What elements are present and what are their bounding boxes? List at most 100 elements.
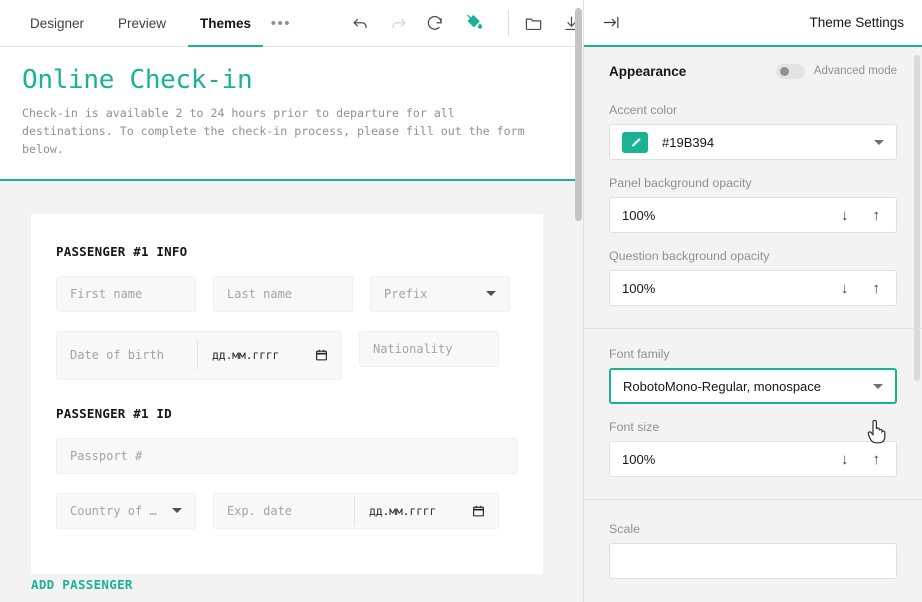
accent-color-control: Accent color #19B394 xyxy=(609,103,897,160)
theme-panel-scrollbar-thumb[interactable] xyxy=(914,55,920,381)
chevron-down-icon[interactable] xyxy=(873,383,883,389)
chevron-down-icon[interactable] xyxy=(486,291,496,297)
top-toolbar: Designer Preview Themes ••• xyxy=(0,0,583,47)
form-row: First name Last name Prefix xyxy=(56,275,518,312)
tab-preview[interactable]: Preview xyxy=(106,0,178,47)
panel-opacity-stepper: ↓ ↑ xyxy=(841,208,884,223)
scale-section: Scale xyxy=(584,500,922,601)
more-tabs-icon[interactable]: ••• xyxy=(269,8,293,38)
last-name-input[interactable]: Last name xyxy=(213,275,353,312)
accent-color-value: #19B394 xyxy=(662,134,715,150)
form-row: Country of … Exp. date дд.мм.гггг xyxy=(56,492,518,529)
first-name-input[interactable]: First name xyxy=(56,275,196,312)
creator-left-area: Designer Preview Themes ••• Online Check… xyxy=(0,0,583,602)
font-size-control: Font size 100% ↓ ↑ xyxy=(609,420,897,477)
theme-settings-panel: Theme Settings Appearance Advanced mode … xyxy=(583,0,922,602)
font-size-value: 100% xyxy=(622,451,656,467)
exp-date-label: Exp. date xyxy=(227,503,293,518)
calendar-icon[interactable] xyxy=(472,504,485,518)
font-family-value: RobotoMono-Regular, monospace xyxy=(623,378,822,394)
survey-header: Online Check-in Check-in is available 2 … xyxy=(0,47,575,181)
advanced-mode-switch[interactable] xyxy=(775,63,805,79)
appearance-heading: Appearance xyxy=(609,63,687,79)
form-canvas: Online Check-in Check-in is available 2 … xyxy=(0,47,583,602)
scale-control: Scale xyxy=(609,522,897,579)
increment-arrow-up-icon[interactable]: ↑ xyxy=(873,281,881,296)
form-row: Date of birth дд.мм.гггг Nationality xyxy=(56,330,518,380)
passport-number-input[interactable]: Passport # xyxy=(56,437,518,474)
font-family-dropdown[interactable]: RobotoMono-Regular, monospace xyxy=(609,368,897,404)
decrement-arrow-down-icon[interactable]: ↓ xyxy=(841,281,849,296)
tab-preview-label: Preview xyxy=(118,15,167,31)
color-swatch-pen-icon[interactable] xyxy=(622,131,648,153)
font-size-input[interactable]: 100% ↓ ↑ xyxy=(609,441,897,477)
panel-background-opacity-input[interactable]: 100% ↓ ↑ xyxy=(609,197,897,233)
increment-arrow-up-icon[interactable]: ↑ xyxy=(873,208,881,223)
tab-designer[interactable]: Designer xyxy=(18,0,96,47)
date-of-birth-value: дд.мм.гггг xyxy=(212,348,280,363)
scale-label: Scale xyxy=(609,522,640,536)
appearance-section-header: Appearance Advanced mode xyxy=(609,47,897,95)
collapse-right-icon[interactable] xyxy=(598,10,624,36)
scale-input[interactable] xyxy=(609,543,897,579)
exp-date-input[interactable]: дд.мм.гггг xyxy=(354,495,485,526)
date-of-birth-field[interactable]: Date of birth дд.мм.гггг xyxy=(56,330,342,380)
chevron-down-icon[interactable] xyxy=(874,139,884,145)
font-family-control: Font family RobotoMono-Regular, monospac… xyxy=(609,347,897,404)
toolbar-divider xyxy=(508,10,509,36)
undo-icon[interactable] xyxy=(349,8,373,38)
canvas-scrollbar-thumb[interactable] xyxy=(575,8,582,221)
tab-themes-label: Themes xyxy=(200,15,252,31)
survey-description: Check-in is available 2 to 24 hours prio… xyxy=(22,106,525,156)
passport-number-placeholder: Passport # xyxy=(70,448,143,463)
panel-background-opacity-label: Panel background opacity xyxy=(609,176,752,190)
exp-date-value: дд.мм.гггг xyxy=(369,503,437,518)
theme-settings-header: Theme Settings xyxy=(584,0,922,47)
advanced-mode-label: Advanced mode xyxy=(813,65,897,77)
question-background-opacity-value: 100% xyxy=(622,280,656,296)
decrement-arrow-down-icon[interactable]: ↓ xyxy=(841,452,849,467)
paint-bucket-icon[interactable] xyxy=(461,8,485,38)
app-root: Designer Preview Themes ••• Online Check… xyxy=(0,0,922,602)
nationality-placeholder: Nationality xyxy=(373,341,453,356)
tab-themes[interactable]: Themes xyxy=(188,0,264,47)
panel-title-passenger-id: PASSENGER #1 ID xyxy=(56,405,172,421)
advanced-mode-toggle[interactable]: Advanced mode xyxy=(775,63,897,79)
first-name-placeholder: First name xyxy=(70,286,143,301)
form-row: Passport # xyxy=(56,437,518,474)
date-of-birth-label: Date of birth xyxy=(70,348,164,363)
survey-title: Online Check-in xyxy=(22,65,253,95)
country-of-issue-dropdown[interactable]: Country of … xyxy=(56,492,196,529)
prefix-dropdown[interactable]: Prefix xyxy=(370,275,510,312)
question-background-opacity-control: Question background opacity 100% ↓ ↑ xyxy=(609,249,897,306)
question-background-opacity-input[interactable]: 100% ↓ ↑ xyxy=(609,270,897,306)
date-of-birth-input[interactable]: дд.мм.гггг xyxy=(197,340,328,371)
increment-arrow-up-icon[interactable]: ↑ xyxy=(873,452,881,467)
prefix-placeholder: Prefix xyxy=(384,286,428,301)
panel-background-opacity-value: 100% xyxy=(622,207,656,223)
more-tabs-label: ••• xyxy=(270,14,291,32)
accent-color-label: Accent color xyxy=(609,103,678,117)
reset-icon[interactable] xyxy=(424,8,448,38)
nationality-input[interactable]: Nationality xyxy=(359,330,499,367)
fonts-section: Font family RobotoMono-Regular, monospac… xyxy=(584,329,922,500)
survey-panel-card: PASSENGER #1 INFO First name Last name P… xyxy=(31,213,543,574)
question-opacity-stepper: ↓ ↑ xyxy=(841,281,884,296)
decrement-arrow-down-icon[interactable]: ↓ xyxy=(841,208,849,223)
chevron-down-icon[interactable] xyxy=(172,508,182,514)
font-family-label: Font family xyxy=(609,347,670,361)
open-file-icon[interactable] xyxy=(522,8,546,38)
last-name-placeholder: Last name xyxy=(227,286,293,301)
exp-date-field[interactable]: Exp. date дд.мм.гггг xyxy=(213,492,499,529)
font-size-stepper: ↓ ↑ xyxy=(841,452,884,467)
appearance-section: Appearance Advanced mode Accent color #1… xyxy=(584,47,922,329)
calendar-icon[interactable] xyxy=(315,348,328,362)
theme-settings-title: Theme Settings xyxy=(809,15,904,30)
accent-color-input[interactable]: #19B394 xyxy=(609,124,897,160)
add-passenger-button[interactable]: ADD PASSENGER xyxy=(31,577,583,592)
redo-icon xyxy=(386,8,410,38)
font-size-label: Font size xyxy=(609,420,660,434)
panel-background-opacity-control: Panel background opacity 100% ↓ ↑ xyxy=(609,176,897,233)
panel-title-passenger-info: PASSENGER #1 INFO xyxy=(56,243,188,259)
tab-designer-label: Designer xyxy=(30,15,85,31)
